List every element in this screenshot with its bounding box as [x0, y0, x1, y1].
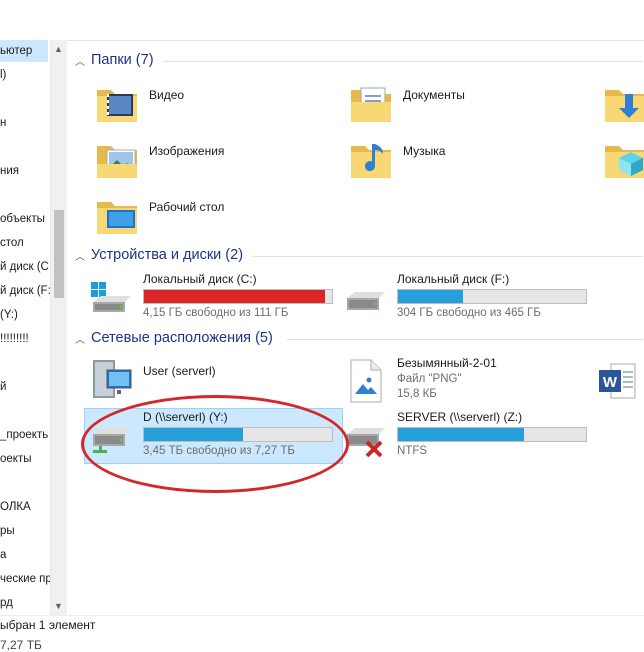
downloads-folder-icon [601, 80, 644, 128]
file-png[interactable]: Безымянный-2-01 Файл "PNG" 15,8 КБ [341, 356, 497, 404]
folder-desktop[interactable]: Рабочий стол [93, 192, 224, 240]
nav-item[interactable]: !!!!!!!!! [0, 328, 29, 350]
toolbar-area [0, 0, 644, 41]
nav-item[interactable]: _проекть [0, 424, 48, 446]
nav-item[interactable]: (Y:) [0, 304, 18, 326]
scroll-down-icon[interactable]: ▼ [54, 601, 63, 611]
disconnected-drive-icon [341, 410, 389, 458]
nav-item[interactable]: ческие пр [0, 568, 50, 590]
nav-item[interactable]: стол [0, 232, 24, 254]
nav-item[interactable]: а [0, 544, 6, 566]
chevron-up-icon[interactable]: ︿ [75, 331, 85, 346]
image-file-icon [341, 356, 389, 404]
nav-item[interactable]: ьютер [0, 40, 48, 62]
capacity-bar [143, 289, 333, 304]
red-annotation-circle [81, 395, 349, 493]
scroll-thumb[interactable] [54, 210, 64, 298]
windows-drive-icon [87, 272, 135, 320]
folder-3d-objects[interactable] [601, 136, 644, 184]
nav-item[interactable]: оекты [0, 448, 32, 470]
chevron-up-icon[interactable]: ︿ [75, 53, 85, 68]
desktop-folder-icon [93, 192, 141, 240]
selection-count: ыбран 1 элемент [0, 618, 96, 632]
nav-item[interactable]: н [0, 112, 6, 134]
group-header-devices[interactable]: ︿ Устройства и диски (2) [75, 247, 243, 263]
nav-item[interactable]: l) [0, 64, 6, 86]
content-area: ︿ Папки (7) Видео Документы Изображения … [67, 40, 644, 615]
3d-objects-folder-icon [601, 136, 644, 184]
capacity-fill [398, 428, 524, 441]
network-computer-icon [87, 356, 135, 404]
status-bar: ыбран 1 элемент 7,27 ТБ [0, 615, 644, 652]
nav-item[interactable]: й [0, 376, 6, 398]
navigation-pane: ьютер l) н ния объекты стол й диск (C: й диск (… [0, 40, 50, 615]
hard-drive-icon [341, 272, 389, 320]
chevron-up-icon[interactable]: ︿ [75, 248, 85, 263]
folder-downloads[interactable] [601, 80, 644, 128]
nav-item[interactable]: й диск (C: [0, 256, 50, 278]
nav-item[interactable]: й диск (F:) [0, 280, 50, 302]
svg-text:W: W [603, 374, 618, 391]
nav-item[interactable]: объекты [0, 208, 45, 230]
folder-documents[interactable]: Документы [347, 80, 465, 128]
nav-scrollbar[interactable]: ▲ ▼ [50, 40, 67, 615]
capacity-bar [397, 427, 587, 442]
drive-c[interactable]: Локальный диск (C:) 4,15 ГБ свободно из … [87, 272, 333, 320]
nav-item[interactable]: ния [0, 160, 19, 182]
scroll-up-icon[interactable]: ▲ [54, 44, 63, 54]
folder-video[interactable]: Видео [93, 80, 184, 128]
nav-item[interactable]: ОЛКА [0, 496, 31, 518]
network-drive-z[interactable]: SERVER (\\serverl) (Z:) NTFS [341, 410, 587, 458]
nav-item[interactable]: рд [0, 592, 13, 614]
group-rule [253, 256, 643, 257]
capacity-fill [398, 290, 464, 303]
word-document-icon: W [595, 356, 643, 404]
word-file[interactable]: W [595, 356, 644, 404]
pictures-folder-icon [93, 136, 141, 184]
capacity-bar [397, 289, 587, 304]
group-rule [163, 61, 643, 62]
group-header-network[interactable]: ︿ Сетевые расположения (5) [75, 330, 273, 346]
status-size: 7,27 ТБ [0, 638, 42, 652]
group-header-folders[interactable]: ︿ Папки (7) [75, 52, 154, 68]
folder-pictures[interactable]: Изображения [93, 136, 224, 184]
music-folder-icon [347, 136, 395, 184]
nav-item[interactable]: ры [0, 520, 15, 542]
folder-music[interactable]: Музыка [347, 136, 445, 184]
drive-f[interactable]: Локальный диск (F:) 304 ГБ свободно из 4… [341, 272, 587, 320]
group-rule [287, 339, 643, 340]
documents-folder-icon [347, 80, 395, 128]
video-folder-icon [93, 80, 141, 128]
capacity-fill [144, 290, 326, 303]
